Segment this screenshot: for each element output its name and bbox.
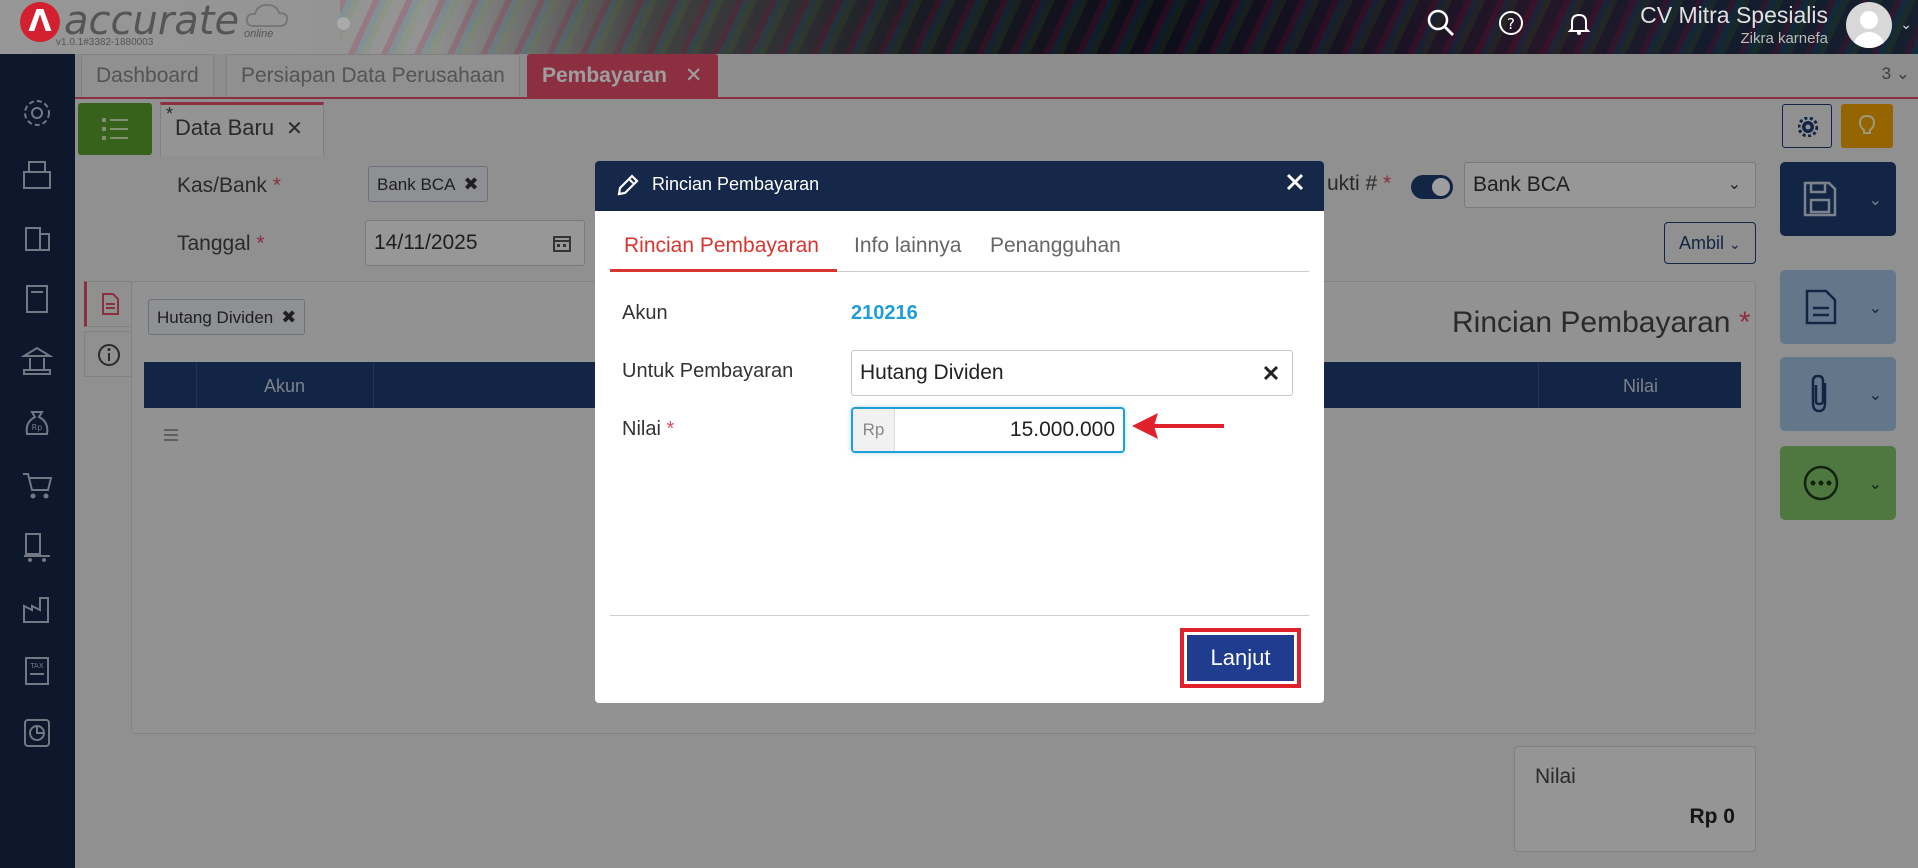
required-mark: * [666, 418, 675, 440]
modal-title: Rincian Pembayaran [652, 174, 820, 194]
chevron-down-icon[interactable]: ⌄ [1900, 16, 1912, 33]
close-icon[interactable] [1284, 171, 1306, 193]
logo: Λ accurate [20, 0, 240, 44]
currency-prefix: Rp [853, 409, 895, 451]
akun-label: Akun [622, 302, 668, 324]
app-version: v1.0.1#3382-1880003 [56, 37, 154, 48]
cloud-icon [245, 3, 289, 27]
label-text: Nilai [622, 418, 661, 440]
logo-text: accurate [64, 0, 240, 44]
footer-divider [610, 615, 1309, 616]
avatar[interactable] [1846, 2, 1892, 48]
lanjut-button[interactable]: Lanjut [1187, 635, 1294, 681]
logo-online: online [244, 28, 274, 40]
nilai-label: Nilai * [622, 418, 674, 441]
search-icon[interactable] [1426, 8, 1456, 38]
akun-link[interactable]: 210216 [851, 302, 918, 325]
bell-icon[interactable] [1564, 8, 1594, 38]
untuk-pembayaran-field[interactable]: Hutang Dividen [851, 350, 1293, 396]
tab-rincian-pembayaran[interactable]: Rincian Pembayaran [610, 227, 837, 272]
logo-mark: Λ [20, 2, 60, 42]
tab-info-lainnya[interactable]: Info lainnya [840, 227, 975, 272]
tab-penangguhan[interactable]: Penangguhan [976, 227, 1135, 272]
nilai-input[interactable] [895, 409, 1123, 451]
field-value: Hutang Dividen [860, 361, 1004, 384]
clear-icon[interactable] [1262, 364, 1280, 382]
status-dot [337, 17, 350, 30]
svg-text:?: ? [1507, 15, 1515, 33]
pencil-icon [617, 174, 639, 196]
company-name: CV Mitra Spesialis [1640, 2, 1828, 28]
annotation-arrow-icon [1132, 413, 1224, 439]
modal-tabs: Rincian Pembayaran Info lainnya Penanggu… [610, 227, 1309, 272]
company-info[interactable]: CV Mitra Spesialis Zikra karnefa [1640, 2, 1828, 47]
help-icon[interactable]: ? [1496, 8, 1526, 38]
nilai-input-group: Rp [851, 407, 1125, 453]
user-name: Zikra karnefa [1740, 30, 1828, 47]
highlight-box: Lanjut [1180, 628, 1301, 688]
untuk-pembayaran-label: Untuk Pembayaran [622, 360, 794, 382]
modal-header: Rincian Pembayaran [595, 161, 1324, 211]
